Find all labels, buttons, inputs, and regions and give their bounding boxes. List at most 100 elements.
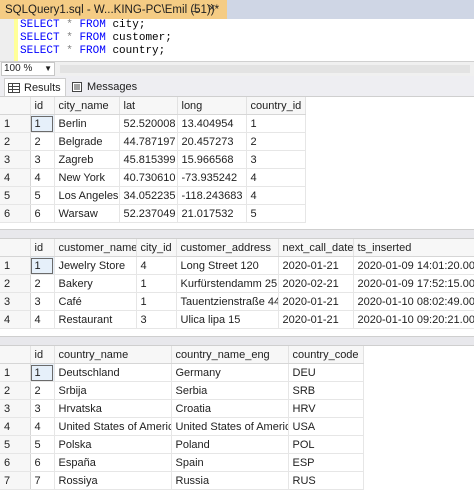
table-row[interactable]: 2 2 Belgrade 44.787197 20.457273 2 xyxy=(0,132,306,151)
table-cell[interactable]: 21.017532 xyxy=(177,204,247,223)
row-number[interactable]: 3 xyxy=(0,399,31,418)
table-cell[interactable]: 5 xyxy=(30,435,55,454)
column-header[interactable]: country_name xyxy=(54,346,172,364)
table-cell[interactable]: 2020-01-21 xyxy=(278,310,354,329)
table-cell[interactable]: 2020-01-10 08:02:49.000 xyxy=(353,292,474,311)
table-row[interactable]: 4 4 United States of America United States … xyxy=(0,417,364,436)
row-number[interactable]: 1 xyxy=(0,114,31,133)
table-cell[interactable]: 34.052235 xyxy=(119,186,178,205)
table-cell[interactable]: 1 xyxy=(30,256,55,275)
table-row[interactable]: 5 5 Polska Poland POL xyxy=(0,435,364,454)
table-cell[interactable]: 52.237049 xyxy=(119,204,178,223)
table-cell[interactable]: Los Angeles xyxy=(54,186,120,205)
column-header[interactable]: id xyxy=(30,346,55,364)
table-cell[interactable]: 1 xyxy=(246,114,306,133)
column-header[interactable]: id xyxy=(30,239,55,257)
document-tab[interactable]: SQLQuery1.sql - W...KING-PC\Emil (51))* … xyxy=(0,0,227,19)
table-cell[interactable]: HRV xyxy=(288,399,364,418)
row-number[interactable]: 2 xyxy=(0,381,31,400)
table-cell[interactable]: Rossiya xyxy=(54,471,172,490)
table-row[interactable]: 1 1 Jewelry Store 4 Long Street 120 2020-01-2… xyxy=(0,256,474,275)
table-cell[interactable]: 1 xyxy=(136,292,177,311)
row-number[interactable]: 4 xyxy=(0,310,31,329)
table-cell[interactable]: United States of America xyxy=(54,417,172,436)
table-cell[interactable]: 2 xyxy=(246,132,306,151)
table-cell[interactable]: Jewelry Store xyxy=(54,256,137,275)
column-header[interactable]: next_call_date xyxy=(278,239,354,257)
table-cell[interactable]: Berlin xyxy=(54,114,120,133)
table-cell[interactable]: 3 xyxy=(30,150,55,169)
grid-splitter[interactable] xyxy=(0,336,474,346)
table-cell[interactable]: Spain xyxy=(171,453,289,472)
table-cell[interactable]: Warsaw xyxy=(54,204,120,223)
table-cell[interactable]: 4 xyxy=(30,168,55,187)
table-cell[interactable]: 3 xyxy=(246,150,306,169)
table-cell[interactable]: 3 xyxy=(136,310,177,329)
table-cell[interactable]: Kurfürstendamm 25 xyxy=(176,274,279,293)
table-cell[interactable]: Tauentzienstraße 44 xyxy=(176,292,279,311)
corner-cell[interactable] xyxy=(0,239,31,257)
code-area[interactable]: SELECT * FROM city; SELECT * FROM custom… xyxy=(20,19,172,58)
table-cell[interactable]: 2020-02-21 xyxy=(278,274,354,293)
table-cell[interactable]: Deutschland xyxy=(54,363,172,382)
column-header[interactable]: lat xyxy=(119,97,178,115)
table-cell[interactable]: Poland xyxy=(171,435,289,454)
corner-cell[interactable] xyxy=(0,97,31,115)
row-number[interactable]: 5 xyxy=(0,435,31,454)
column-header[interactable]: country_id xyxy=(246,97,306,115)
column-header[interactable]: city_name xyxy=(54,97,120,115)
column-header[interactable]: long xyxy=(177,97,247,115)
table-row[interactable]: 3 3 Zagreb 45.815399 15.966568 3 xyxy=(0,150,306,169)
table-row[interactable]: 3 3 Café 1 Tauentzienstraße 44 2020-01-21 2020… xyxy=(0,292,474,311)
column-header[interactable]: customer_address xyxy=(176,239,279,257)
table-cell[interactable]: 4 xyxy=(246,168,306,187)
table-cell[interactable]: 2020-01-10 09:20:21.000 xyxy=(353,310,474,329)
table-cell[interactable]: Bakery xyxy=(54,274,137,293)
table-cell[interactable]: 5 xyxy=(246,204,306,223)
results-table[interactable]: id customer_name city_id customer_addres… xyxy=(0,239,474,329)
table-row[interactable]: 5 5 Los Angeles 34.052235 -118.243683 4 xyxy=(0,186,306,205)
table-cell[interactable]: New York xyxy=(54,168,120,187)
table-cell[interactable]: 1 xyxy=(30,114,55,133)
table-cell[interactable]: 4 xyxy=(30,417,55,436)
row-number[interactable]: 3 xyxy=(0,150,31,169)
table-row[interactable]: 6 6 España Spain ESP xyxy=(0,453,364,472)
table-cell[interactable]: España xyxy=(54,453,172,472)
horizontal-scrollbar[interactable] xyxy=(60,65,470,73)
table-cell[interactable]: 6 xyxy=(30,204,55,223)
row-number[interactable]: 6 xyxy=(0,204,31,223)
row-number[interactable]: 2 xyxy=(0,132,31,151)
table-cell[interactable]: 45.815399 xyxy=(119,150,178,169)
row-number[interactable]: 1 xyxy=(0,256,31,275)
table-cell[interactable]: ESP xyxy=(288,453,364,472)
table-cell[interactable]: Srbija xyxy=(54,381,172,400)
column-header[interactable]: country_code xyxy=(288,346,364,364)
column-header[interactable]: country_name_eng xyxy=(171,346,289,364)
table-cell[interactable]: 40.730610 xyxy=(119,168,178,187)
column-header[interactable]: id xyxy=(30,97,55,115)
table-row[interactable]: 4 4 Restaurant 3 Ulica lipa 15 2020-01-21 2020… xyxy=(0,310,474,329)
table-row[interactable]: 6 6 Warsaw 52.237049 21.017532 5 xyxy=(0,204,306,223)
grid-splitter[interactable] xyxy=(0,229,474,239)
table-row[interactable]: 1 1 Berlin 52.520008 13.404954 1 xyxy=(0,114,306,133)
close-icon[interactable]: × xyxy=(208,0,216,15)
table-cell[interactable]: Café xyxy=(54,292,137,311)
row-number[interactable]: 6 xyxy=(0,453,31,472)
table-cell[interactable]: 2 xyxy=(30,274,55,293)
row-number[interactable]: 2 xyxy=(0,274,31,293)
results-grid-city[interactable]: id city_name lat long country_id 1 1 Berli… xyxy=(0,97,474,234)
table-cell[interactable]: RUS xyxy=(288,471,364,490)
row-number[interactable]: 4 xyxy=(0,417,31,436)
row-number[interactable]: 5 xyxy=(0,186,31,205)
table-row[interactable]: 4 4 New York 40.730610 -73.935242 4 xyxy=(0,168,306,187)
query-editor[interactable]: SELECT * FROM city; SELECT * FROM custom… xyxy=(0,19,474,61)
table-cell[interactable]: SRB xyxy=(288,381,364,400)
row-number[interactable]: 3 xyxy=(0,292,31,311)
table-cell[interactable]: -118.243683 xyxy=(177,186,247,205)
table-cell[interactable]: 5 xyxy=(30,186,55,205)
table-cell[interactable]: 2020-01-21 xyxy=(278,292,354,311)
table-cell[interactable]: 4 xyxy=(246,186,306,205)
table-cell[interactable]: 20.457273 xyxy=(177,132,247,151)
table-cell[interactable]: 6 xyxy=(30,453,55,472)
table-cell[interactable]: Russia xyxy=(171,471,289,490)
